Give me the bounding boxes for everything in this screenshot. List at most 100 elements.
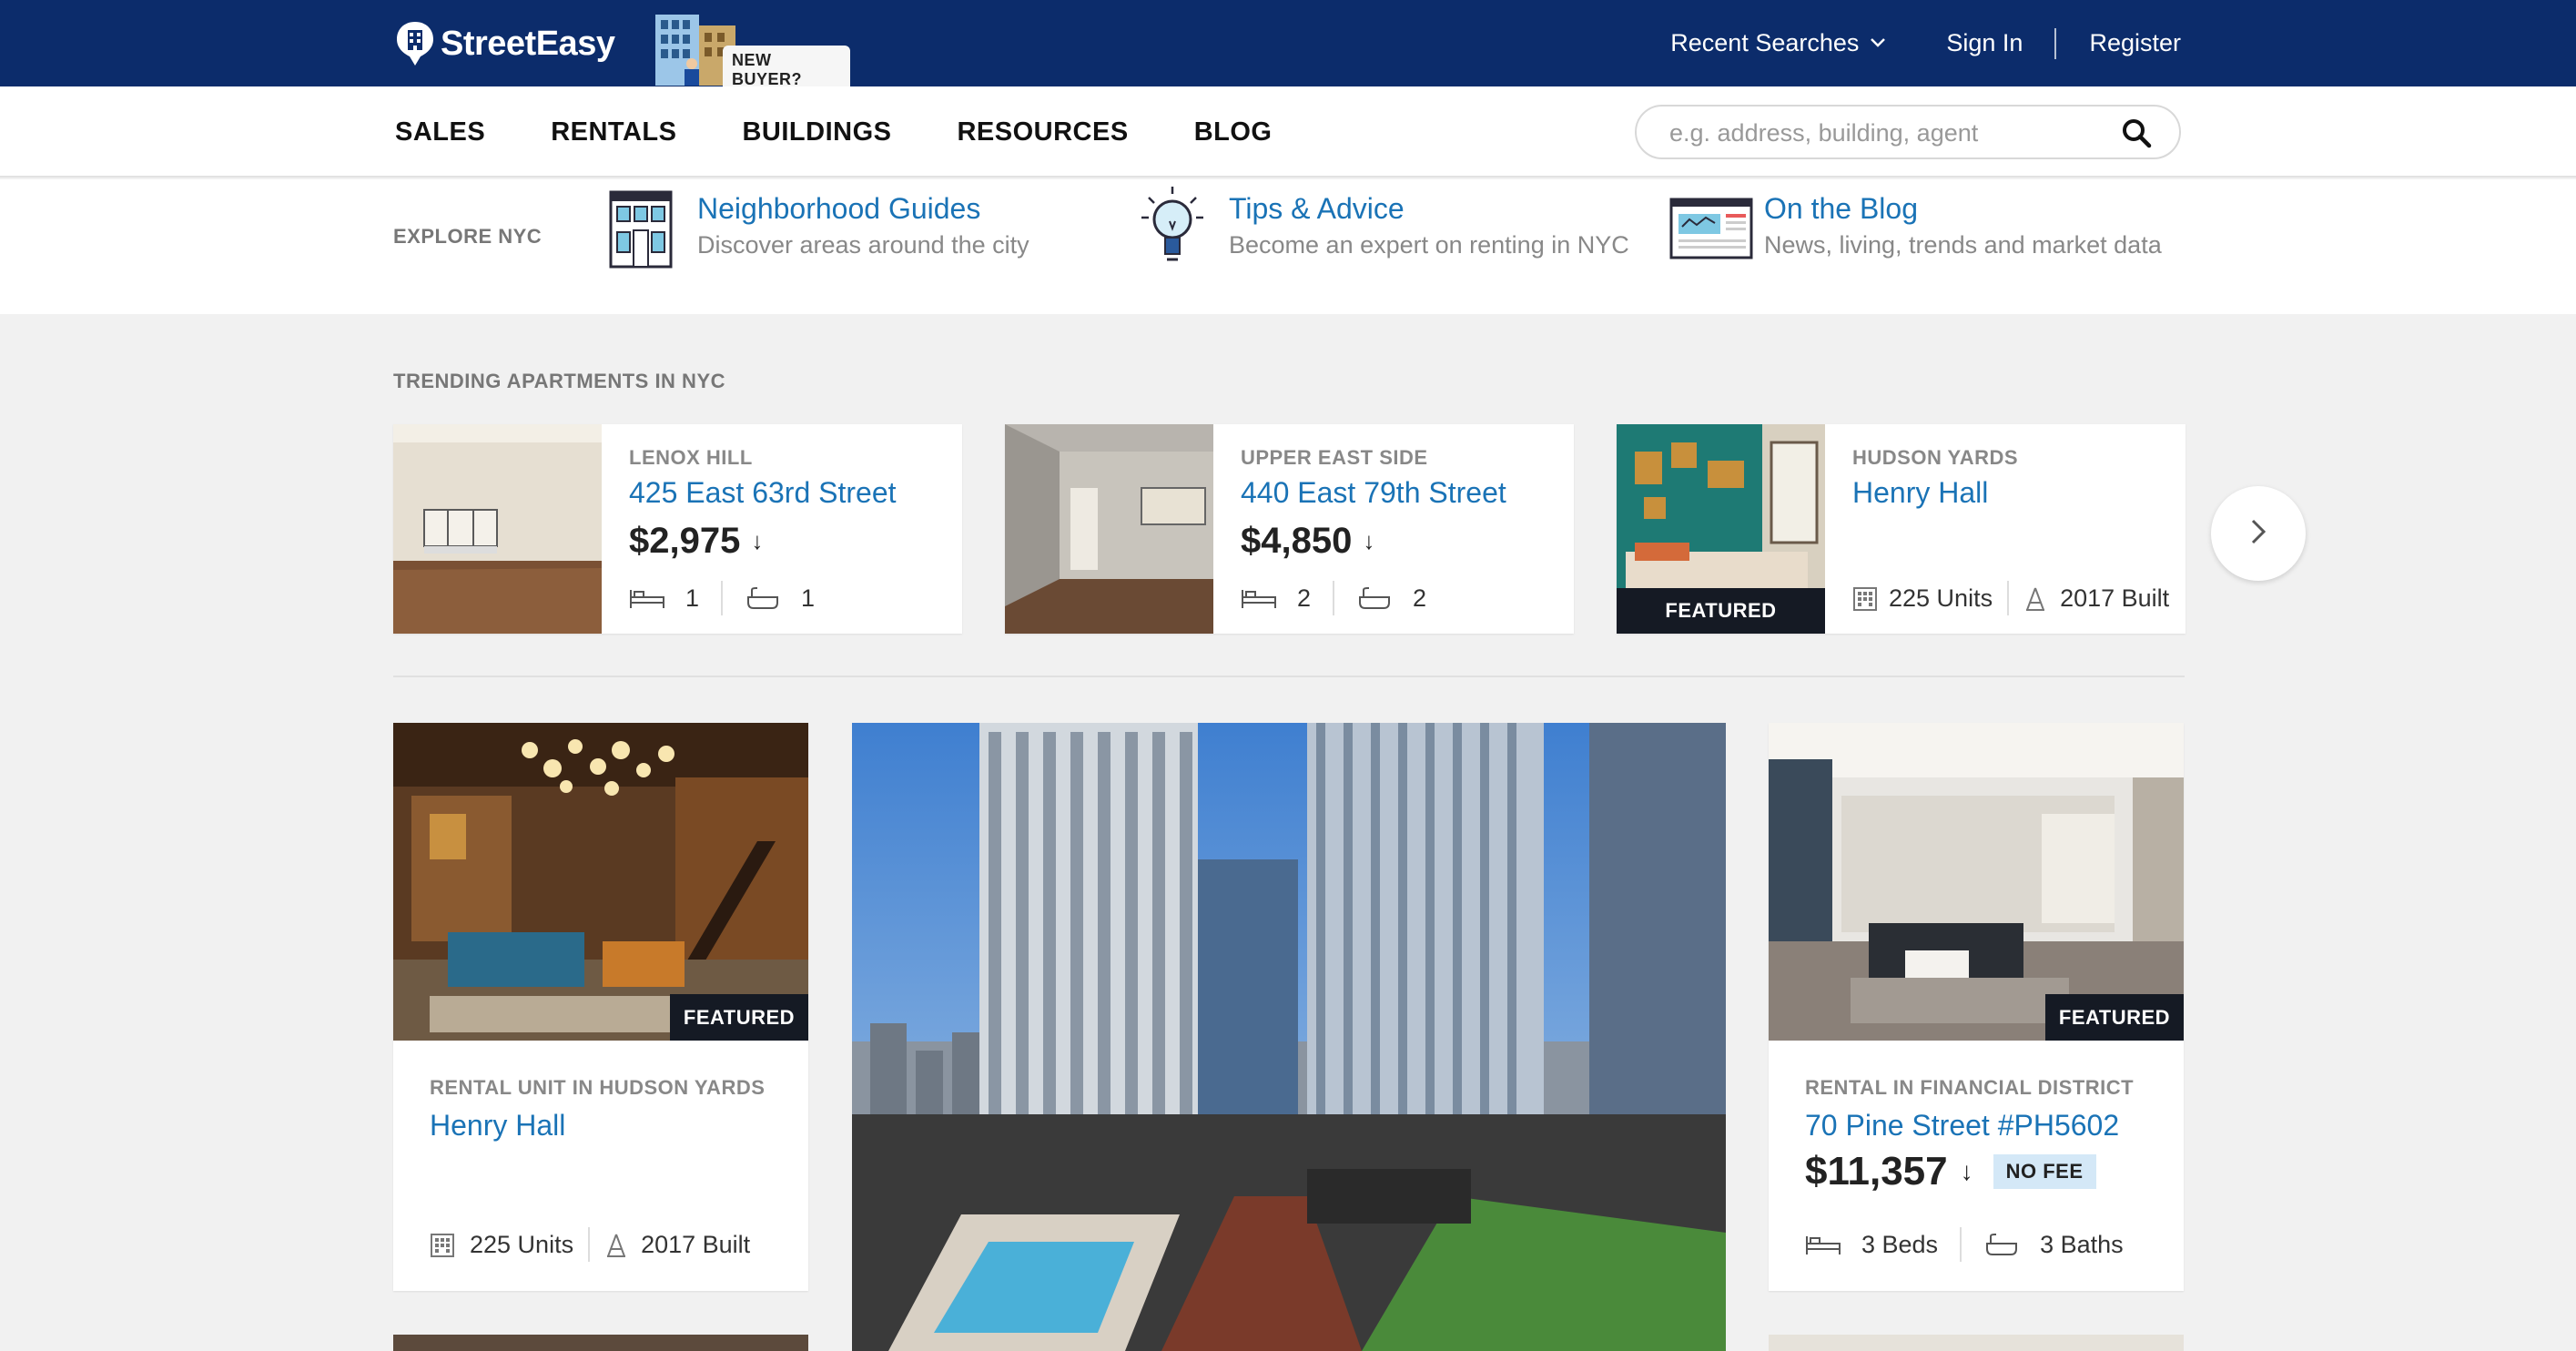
section-divider: [393, 676, 2185, 677]
baths-count: 1: [801, 584, 816, 612]
chevron-down-icon: [1870, 34, 1886, 53]
trending-label: TRENDING APARTMENTS IN NYC: [393, 370, 725, 392]
explore-label: EXPLORE NYC: [393, 225, 543, 248]
featured-building-photo[interactable]: [852, 723, 1726, 1351]
listing-address-link[interactable]: 425 East 63rd Street: [629, 473, 953, 512]
featured-badge: FEATURED: [670, 994, 808, 1041]
guide-title: Tips & Advice: [1229, 192, 1405, 225]
search-input[interactable]: [1669, 116, 2106, 150]
lobby-photo: [393, 723, 808, 1041]
beds-count: 3 Beds: [1861, 1230, 1939, 1258]
guide-subtitle: Discover areas around the city: [697, 231, 1029, 259]
listing-specs: 1 1: [629, 581, 815, 615]
bath-icon: [1983, 1233, 2020, 1256]
apartment-photo: [393, 424, 602, 634]
listing-card-partial[interactable]: [393, 1335, 808, 1351]
beds-count: 1: [685, 584, 700, 612]
price-drop-arrow-icon: ↓: [1363, 527, 1375, 554]
listing-price: $4,850 ↓: [1241, 517, 1565, 564]
bed-icon: [1805, 1233, 1841, 1256]
tips-advice-link[interactable]: Tips & Advice Become an expert on rentin…: [1140, 179, 1629, 269]
building-specs: 225 Units 2017 Built: [430, 1227, 750, 1262]
browser-window-icon: [1669, 185, 1753, 269]
price-drop-arrow-icon: ↓: [751, 527, 764, 554]
listing-address-link[interactable]: 440 East 79th Street: [1241, 473, 1565, 512]
price-value: $4,850: [1241, 521, 1353, 561]
nav-blog[interactable]: BLOG: [1194, 117, 1273, 147]
streeteasy-logo[interactable]: StreetEasy: [395, 20, 615, 67]
apartment-photo: [1769, 723, 2184, 1041]
crane-built-icon: [604, 1233, 628, 1257]
guide-subtitle: News, living, trends and market data: [1764, 231, 2162, 259]
explore-nyc-section: EXPLORE NYC Neighborhood Guides Discover…: [0, 179, 2576, 314]
spec-divider: [2007, 581, 2010, 615]
bed-icon: [629, 586, 665, 610]
nav-sales[interactable]: SALES: [395, 117, 485, 147]
logo-text: StreetEasy: [441, 24, 615, 63]
register-link[interactable]: Register: [2089, 29, 2181, 57]
spec-divider: [1333, 581, 1335, 615]
year-built: 2017 Built: [641, 1230, 751, 1258]
trending-card[interactable]: LENOX HILL 425 East 63rd Street $2,975 ↓ …: [393, 424, 962, 634]
main-nav: SALES RENTALS BUILDINGS RESOURCES BLOG: [0, 86, 2576, 178]
chevron-right-icon: [2249, 518, 2267, 550]
baths-count: 3 Baths: [2040, 1230, 2124, 1258]
sign-in-link[interactable]: Sign In: [1946, 29, 2023, 57]
trending-card[interactable]: UPPER EAST SIDE 440 East 79th Street $4,…: [1005, 424, 1574, 634]
guide-title: On the Blog: [1764, 192, 1918, 225]
on-the-blog-link[interactable]: On the Blog News, living, trends and mar…: [1669, 179, 2162, 269]
no-fee-badge: NO FEE: [1993, 1154, 2096, 1189]
trending-card[interactable]: FEATURED HUDSON YARDS Henry Hall 225 Uni…: [1617, 424, 2186, 634]
carousel-next-button[interactable]: [2211, 486, 2306, 581]
building-units-icon: [430, 1233, 455, 1257]
bed-icon: [1241, 586, 1277, 610]
search-icon[interactable]: [2121, 117, 2152, 148]
listing-address-link[interactable]: 70 Pine Street #PH5602: [1805, 1109, 2119, 1143]
guide-title: Neighborhood Guides: [697, 192, 981, 225]
account-nav: Recent Searches Sign In Register: [1670, 0, 2181, 86]
listing-specs: 2 2: [1241, 581, 1426, 615]
listing-type: RENTAL IN FINANCIAL DISTRICT: [1805, 1076, 2135, 1099]
price-value: $11,357: [1805, 1149, 1948, 1194]
neighborhood-label: LENOX HILL: [629, 446, 753, 469]
listing-card[interactable]: FEATURED RENTAL UNIT IN HUDSON YARDS Hen…: [393, 723, 808, 1291]
year-built: 2017 Built: [2060, 584, 2170, 612]
bath-icon: [745, 586, 781, 610]
new-buyer-promo[interactable]: NEW BUYER?: [650, 13, 850, 95]
featured-badge: FEATURED: [1617, 588, 1825, 634]
recent-searches-dropdown[interactable]: Recent Searches: [1670, 29, 1886, 57]
price-value: $2,975: [629, 521, 741, 561]
lightbulb-icon: [1140, 185, 1205, 269]
listing-card[interactable]: Listed by Rose Associates, Inc. FEATURED…: [1769, 723, 2184, 1291]
nav-divider: [2054, 27, 2057, 59]
beds-count: 2: [1297, 584, 1312, 612]
listing-specs: 3 Beds 3 Baths: [1805, 1227, 2124, 1262]
neighborhood-label: HUDSON YARDS: [1852, 446, 2019, 469]
top-bar: StreetEasy NEW BUYER? Recent Searches Si…: [0, 0, 2576, 95]
recent-searches-label: Recent Searches: [1670, 29, 1860, 56]
spec-divider: [1960, 1227, 1962, 1262]
listing-type: RENTAL UNIT IN HUDSON YARDS: [430, 1076, 766, 1099]
listing-card-partial[interactable]: [1769, 1335, 2184, 1351]
crane-built-icon: [2023, 586, 2047, 611]
logo-building-icon: [395, 20, 435, 67]
spec-divider: [588, 1227, 591, 1262]
neighborhood-guides-link[interactable]: Neighborhood Guides Discover areas aroun…: [608, 179, 1029, 269]
apartment-photo: [1005, 424, 1213, 634]
baths-count: 2: [1413, 584, 1427, 612]
listing-name-link[interactable]: Henry Hall: [430, 1109, 565, 1143]
listing-name-link[interactable]: Henry Hall: [1852, 473, 2176, 512]
units-count: 225 Units: [1889, 584, 1993, 612]
spec-divider: [721, 581, 724, 615]
units-count: 225 Units: [470, 1230, 574, 1258]
neighborhood-label: UPPER EAST SIDE: [1241, 446, 1428, 469]
nav-resources[interactable]: RESOURCES: [957, 117, 1128, 147]
featured-badge: FEATURED: [2045, 994, 2184, 1041]
building-specs: 225 Units 2017 Built: [1852, 581, 2169, 615]
nav-rentals[interactable]: RENTALS: [551, 117, 676, 147]
building-units-icon: [1852, 586, 1878, 611]
search-box: [1635, 105, 2181, 159]
building-icon: [608, 185, 674, 269]
guide-subtitle: Become an expert on renting in NYC: [1229, 231, 1629, 259]
nav-buildings[interactable]: BUILDINGS: [742, 117, 891, 147]
